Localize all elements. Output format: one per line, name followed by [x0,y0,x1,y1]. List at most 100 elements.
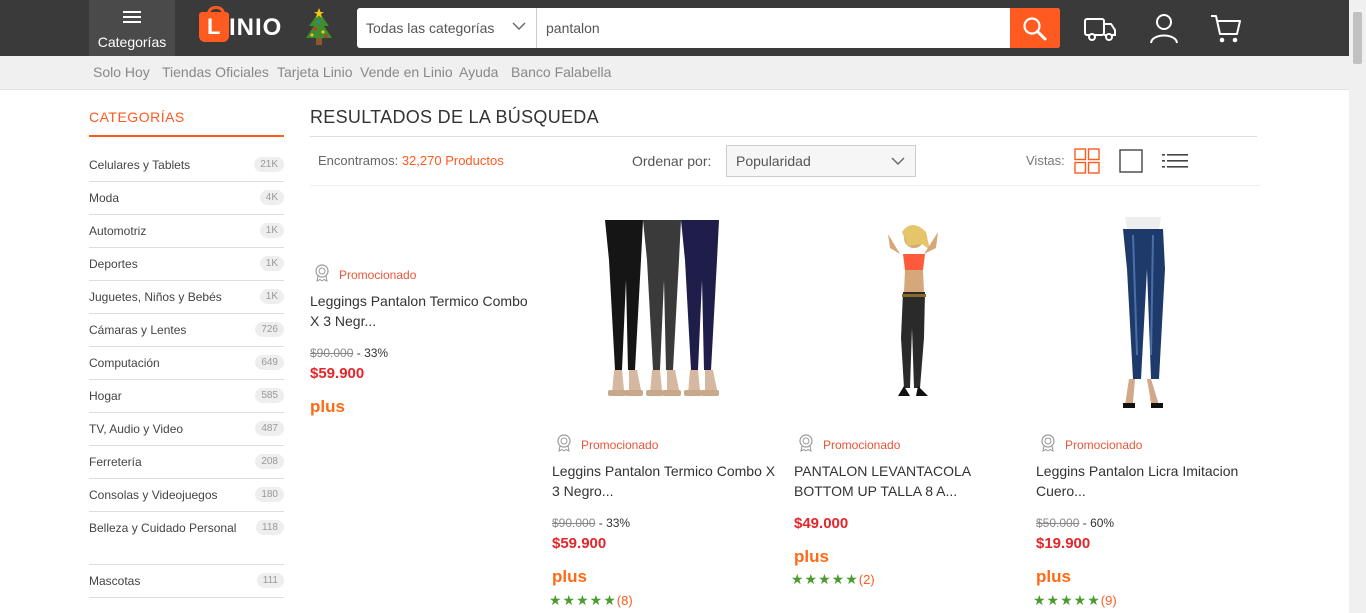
rating-stars: ★★★★★(8) [549,592,633,609]
sidebar-item-mascotas[interactable]: Mascotas 111 [89,565,284,598]
toolbar-divider [310,185,1260,186]
award-ribbon-icon [315,264,329,282]
product-title[interactable]: Leggins Pantalon Licra Imitacion Cuero..… [1036,461,1261,501]
category-name: Automotriz [89,224,147,238]
nav-ayuda[interactable]: Ayuda [459,64,498,80]
sidebar-item-hogar[interactable]: Hogar 585 [89,380,284,413]
categories-menu-label: Categorías [97,34,167,50]
chevron-down-icon [512,22,526,30]
search-icon [1023,17,1047,41]
sidebar-divider [89,135,284,137]
sidebar-item-computacion[interactable]: Computación 649 [89,347,284,380]
promoted-label: Promocionado [339,268,417,282]
category-count: 649 [255,355,284,370]
category-count: 180 [255,487,284,502]
logo-text: INIO [229,14,283,41]
category-name: Mascotas [89,574,141,588]
plus-badge: plus [310,397,345,416]
sidebar-item-consolas[interactable]: Consolas y Videojuegos 180 [89,479,284,512]
product-price: $49.000 [794,515,849,532]
old-price-value: $90.000 [310,346,354,360]
sidebar-item-ferreteria[interactable]: Ferretería 208 [89,446,284,479]
category-count: 4K [259,190,284,205]
sidebar-item-deportes[interactable]: Deportes 1K [89,248,284,281]
scrollbar-thumb[interactable] [1353,12,1362,64]
search-input[interactable] [537,8,1010,48]
nav-tarjeta-linio[interactable]: Tarjeta Linio [277,64,353,80]
category-list: Celulares y Tablets 21K Moda 4K Automotriz… [89,149,284,598]
results-divider [310,136,1257,137]
list-view-icon[interactable] [1162,148,1188,174]
search-button[interactable] [1010,8,1060,48]
page-scrollbar[interactable] [1349,0,1366,613]
plus-badge: plus [552,567,587,586]
sidebar-item-camaras[interactable]: Cámaras y Lentes 726 [89,314,284,347]
product-price: $19.900 [1036,535,1091,552]
product-card[interactable]: Promocionado Leggings Pantalon Termico C… [310,262,535,422]
product-image-leggings-3pack[interactable] [590,212,740,412]
search-bar: Todas las categorías [357,8,1060,48]
nav-solo-hoy[interactable]: Solo Hoy [93,64,150,80]
category-count: 487 [255,421,284,436]
promoted-label: Promocionado [1065,438,1143,452]
category-count: 21K [254,157,284,172]
delivery-truck-icon[interactable] [1082,10,1118,46]
product-price: $59.900 [310,365,365,382]
category-name: Juguetes, Niños y Bebés [89,290,222,304]
top-bar: Categorías L INIO Todas las categorías [0,0,1366,56]
product-card[interactable]: Promocionado Leggins Pantalon Termico Co… [549,432,777,613]
product-card[interactable]: Promocionado Leggins Pantalon Licra Imit… [1033,432,1261,613]
sidebar-item-belleza[interactable]: Belleza y Cuidado Personal 118 [89,512,284,565]
product-price: $59.900 [552,535,607,552]
award-ribbon-icon [799,434,813,452]
user-account-icon[interactable] [1146,10,1182,46]
category-count: 118 [256,520,284,535]
promoted-label: Promocionado [823,438,901,452]
results-title: RESULTADOS DE LA BÚSQUEDA [310,107,599,127]
award-ribbon-icon [1041,434,1055,452]
product-title[interactable]: Leggings Pantalon Termico Combo X 3 Negr… [310,291,535,331]
review-count: (2) [858,572,875,587]
product-old-price: $50.000 - 60% [1036,516,1114,530]
category-count: 208 [255,454,284,469]
sidebar-title: CATEGORÍAS [89,109,185,125]
results-count-value: 32,270 Productos [401,153,504,168]
sidebar-item-moda[interactable]: Moda 4K [89,182,284,215]
promoted-label: Promocionado [581,438,659,452]
nav-tiendas-oficiales[interactable]: Tiendas Oficiales [162,64,269,80]
discount-value: - 33% [356,346,389,360]
category-count: 1K [259,256,284,271]
sidebar-item-automotriz[interactable]: Automotriz 1K [89,215,284,248]
review-count: (8) [616,593,633,608]
category-name: Moda [89,191,120,205]
category-count: 585 [255,388,284,403]
product-image-cuero-leggings[interactable] [1095,215,1195,410]
sidebar-item-tv-audio[interactable]: TV, Audio y Video 487 [89,413,284,446]
product-card[interactable]: Promocionado PANTALON LEVANTACOLA BOTTOM… [791,432,1019,613]
product-old-price: $90.000 - 33% [310,346,388,360]
product-title[interactable]: PANTALON LEVANTACOLA BOTTOM UP TALLA 8 A… [794,461,1019,501]
sidebar-item-celulares[interactable]: Celulares y Tablets 21K [89,149,284,182]
shopping-cart-icon[interactable] [1208,10,1244,46]
product-image-levantacola[interactable] [870,218,970,408]
nav-banco-falabella[interactable]: Banco Falabella [511,64,611,80]
categories-menu-button[interactable]: Categorías [89,0,175,56]
single-view-icon[interactable] [1118,148,1144,174]
category-count: 1K [259,289,284,304]
star-icons: ★★★★★ [1033,592,1101,608]
rating-stars: ★★★★★(9) [1033,592,1117,609]
results-count: Encontramos: 32,270 Productos [318,153,504,168]
sidebar-item-juguetes[interactable]: Juguetes, Niños y Bebés 1K [89,281,284,314]
nav-vende-en-linio[interactable]: Vende en Linio [360,64,453,80]
star-icons: ★★★★★ [791,571,859,587]
christmas-tree-icon [306,8,332,45]
plus-badge: plus [794,547,829,566]
product-title[interactable]: Leggins Pantalon Termico Combo X 3 Negro… [552,461,777,501]
category-name: Deportes [89,257,138,271]
search-category-select[interactable]: Todas las categorías [357,8,537,48]
results-count-prefix: Encontramos: [318,153,399,168]
old-price-value: $50.000 [1036,516,1080,530]
award-ribbon-icon [557,434,571,452]
grid-view-icon[interactable] [1074,148,1100,174]
sort-select[interactable]: Popularidad [726,145,916,177]
